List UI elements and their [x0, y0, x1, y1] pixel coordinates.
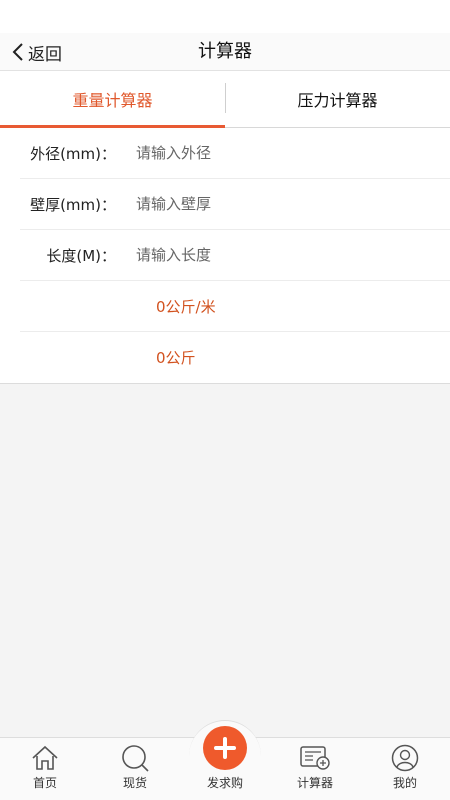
tab-pressure-calculator[interactable]: 压力计算器 [225, 71, 450, 127]
nav-bar: 返回 计算器 [0, 33, 450, 71]
tab-label: 压力计算器 [297, 91, 378, 110]
tabbar-label: 发求购 [206, 776, 243, 790]
wall-thickness-input[interactable] [136, 195, 450, 213]
tab-weight-calculator[interactable]: 重量计算器 [0, 71, 225, 128]
weight-form: 外径(mm)： 壁厚(mm)： 长度(M)： 0公斤/米 0公斤 [0, 128, 450, 384]
bottom-tab-bar: 首页 现货 发求购 计算器 我的 [0, 720, 450, 800]
home-icon [32, 745, 58, 770]
status-bar [0, 0, 450, 33]
tabbar-label: 现货 [122, 776, 147, 790]
length-input[interactable] [136, 246, 450, 264]
outer-diameter-input[interactable] [136, 144, 450, 162]
tab-label: 重量计算器 [72, 91, 153, 110]
plus-icon [214, 737, 236, 759]
page-title: 计算器 [198, 41, 252, 62]
calculator-icon [300, 746, 330, 770]
back-button[interactable]: 返回 [12, 33, 62, 71]
tabbar-item-home[interactable]: 首页 [0, 738, 90, 800]
tabbar-item-mine[interactable]: 我的 [360, 738, 450, 800]
tabbar-item-stock[interactable]: 现货 [90, 738, 180, 800]
tabbar-item-calculator[interactable]: 计算器 [270, 738, 360, 800]
wall-thickness-row: 壁厚(mm)： [20, 179, 450, 230]
tabbar-label: 我的 [392, 776, 417, 790]
tabbar-label: 计算器 [296, 776, 333, 790]
back-label: 返回 [28, 44, 62, 65]
result-per-meter: 0公斤/米 [156, 297, 216, 316]
chevron-left-icon [12, 43, 23, 61]
post-request-button[interactable] [203, 726, 247, 770]
result-total: 0公斤 [156, 349, 196, 367]
length-label: 长度(M)： [46, 246, 116, 265]
result-total-row: 0公斤 [20, 332, 450, 383]
result-per-meter-row: 0公斤/米 [20, 281, 450, 332]
length-row: 长度(M)： [20, 230, 450, 281]
user-icon [391, 744, 419, 772]
search-icon [122, 745, 149, 772]
calculator-tabs: 重量计算器 压力计算器 [0, 71, 450, 128]
outer-diameter-label: 外径(mm)： [30, 144, 116, 163]
tabbar-label: 首页 [32, 776, 57, 790]
wall-thickness-label: 壁厚(mm)： [30, 195, 116, 214]
outer-diameter-row: 外径(mm)： [20, 128, 450, 179]
